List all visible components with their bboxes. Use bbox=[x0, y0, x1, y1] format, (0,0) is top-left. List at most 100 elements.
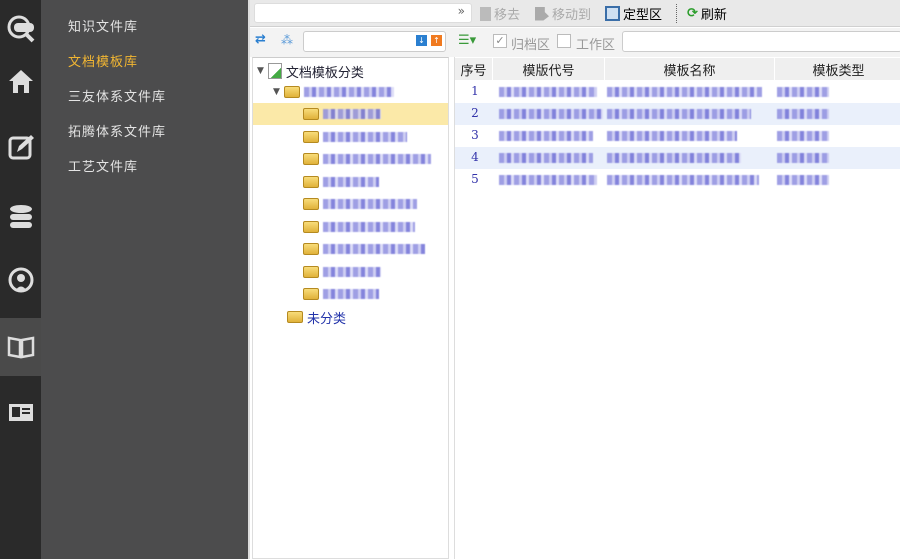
library-select[interactable]: » bbox=[254, 3, 472, 23]
move-icon bbox=[535, 6, 549, 21]
database-icon[interactable] bbox=[0, 188, 41, 246]
redacted-cell bbox=[777, 109, 829, 119]
folder-icon bbox=[303, 131, 319, 143]
broadcast-icon[interactable] bbox=[0, 252, 41, 310]
main-panel: » 移去 移动到 定型区 ⟳ 刷新 ⇄ ⁂ ↓ ↑ ☰▾ ✓ 归档区 工作区 ▼ 文… bbox=[248, 0, 900, 559]
redacted-cell bbox=[777, 175, 829, 185]
tree-node[interactable] bbox=[303, 238, 425, 260]
remove-button[interactable]: 移去 bbox=[480, 4, 520, 23]
redacted-label bbox=[323, 267, 381, 277]
tree-node[interactable] bbox=[303, 171, 379, 193]
redacted-cell bbox=[499, 131, 593, 141]
redacted-cell bbox=[499, 87, 597, 97]
tree-node[interactable] bbox=[303, 148, 431, 170]
redacted-label bbox=[323, 109, 381, 119]
table-row[interactable]: 3 bbox=[455, 125, 900, 147]
column-header-code[interactable]: 模版代号 bbox=[493, 58, 605, 80]
template-category-tree: ▼ 文档模板分类 ▼ 未分类 bbox=[252, 57, 449, 559]
tree-node[interactable] bbox=[303, 126, 407, 148]
contact-card-icon[interactable] bbox=[0, 384, 41, 442]
sipm-search-icon[interactable] bbox=[0, 0, 41, 58]
edit-icon[interactable] bbox=[0, 118, 41, 176]
tree-root[interactable]: ▼ 文档模板分类 bbox=[257, 60, 364, 82]
column-view-icon[interactable]: ☰▾ bbox=[458, 33, 476, 48]
folder-icon bbox=[283, 86, 300, 98]
folder-icon bbox=[303, 176, 319, 188]
table-row[interactable]: 2 bbox=[455, 103, 900, 125]
redacted-cell bbox=[777, 87, 829, 97]
menu-item-knowledge[interactable]: 知识文件库 bbox=[68, 16, 138, 35]
menu-item-tuoteng[interactable]: 拓腾体系文件库 bbox=[68, 121, 166, 140]
library-menu: 知识文件库 文档模板库 三友体系文件库 拓腾体系文件库 工艺文件库 bbox=[41, 0, 248, 559]
column-header-type[interactable]: 模板类型 bbox=[775, 58, 900, 80]
filter-bar: ⇄ ⁂ ↓ ↑ ☰▾ ✓ 归档区 工作区 bbox=[250, 28, 900, 57]
expand-arrow-icon[interactable]: ▼ bbox=[273, 87, 280, 97]
archive-label: 归档区 bbox=[511, 38, 551, 53]
menu-item-process[interactable]: 工艺文件库 bbox=[68, 156, 138, 175]
tree-node[interactable] bbox=[303, 193, 417, 215]
tree-node-group[interactable]: ▼ bbox=[273, 81, 394, 103]
column-header-name[interactable]: 模板名称 bbox=[605, 58, 775, 80]
redacted-label bbox=[323, 289, 379, 299]
move-to-button[interactable]: 移动到 bbox=[535, 4, 591, 23]
toolbar: » 移去 移动到 定型区 ⟳ 刷新 bbox=[250, 0, 900, 27]
tree-node[interactable] bbox=[253, 103, 448, 125]
home-icon[interactable] bbox=[0, 52, 41, 110]
tree-node[interactable] bbox=[303, 261, 381, 283]
redacted-label bbox=[323, 244, 425, 254]
tree-structure-icon[interactable]: ⁂ bbox=[281, 33, 293, 47]
menu-item-doc-templates[interactable]: 文档模板库 bbox=[68, 51, 138, 70]
redacted-cell bbox=[777, 131, 829, 141]
refresh-icon: ⟳ bbox=[687, 6, 698, 21]
column-header-index[interactable]: 序号 bbox=[455, 58, 493, 80]
refresh-button[interactable]: ⟳ 刷新 bbox=[687, 4, 727, 23]
redacted-label bbox=[323, 132, 407, 142]
work-label: 工作区 bbox=[576, 38, 616, 53]
fixed-area-icon bbox=[605, 6, 620, 21]
folder-icon bbox=[303, 221, 319, 233]
tree-search-input[interactable]: ↓ ↑ bbox=[303, 31, 446, 52]
tree-node-uncategorized[interactable]: 未分类 bbox=[287, 306, 346, 328]
chevron-down-icon: » bbox=[457, 4, 465, 18]
grid-search-input[interactable] bbox=[622, 31, 900, 52]
redacted-label bbox=[323, 177, 379, 187]
redacted-cell bbox=[499, 175, 597, 185]
redacted-cell bbox=[607, 109, 751, 119]
redacted-cell bbox=[777, 153, 829, 163]
table-row[interactable]: 5 bbox=[455, 169, 900, 191]
redacted-label bbox=[323, 199, 417, 209]
folder-icon bbox=[303, 153, 319, 165]
redacted-cell bbox=[607, 131, 737, 141]
document-icon bbox=[480, 6, 491, 21]
template-grid: 序号 模版代号 模板名称 模板类型 1 2 3 4 5 bbox=[454, 57, 900, 559]
redacted-cell bbox=[607, 175, 759, 185]
redacted-cell bbox=[499, 109, 603, 119]
redacted-label bbox=[323, 222, 415, 232]
folder-icon bbox=[287, 311, 303, 323]
arrow-down-icon[interactable]: ↓ bbox=[416, 35, 427, 46]
redacted-label bbox=[323, 154, 431, 164]
folder-icon bbox=[303, 288, 319, 300]
folder-icon bbox=[303, 108, 319, 120]
menu-item-sanyou[interactable]: 三友体系文件库 bbox=[68, 86, 166, 105]
book-icon[interactable] bbox=[0, 318, 41, 376]
folder-icon bbox=[303, 198, 319, 210]
icon-bar bbox=[0, 0, 41, 559]
folder-icon bbox=[303, 266, 319, 278]
work-checkbox[interactable] bbox=[557, 34, 571, 48]
redacted-cell bbox=[607, 153, 741, 163]
table-row[interactable]: 1 bbox=[455, 81, 900, 103]
arrow-up-icon[interactable]: ↑ bbox=[431, 35, 442, 46]
redacted-label bbox=[303, 87, 394, 97]
table-row[interactable]: 4 bbox=[455, 147, 900, 169]
tree-node[interactable] bbox=[303, 283, 379, 305]
redacted-cell bbox=[499, 153, 593, 163]
document-tree-icon bbox=[267, 63, 282, 79]
archive-checkbox[interactable]: ✓ bbox=[493, 34, 507, 48]
tree-node[interactable] bbox=[303, 216, 415, 238]
toolbar-separator bbox=[676, 4, 677, 23]
sync-icon[interactable]: ⇄ bbox=[255, 32, 266, 47]
fixed-area-button[interactable]: 定型区 bbox=[605, 4, 662, 23]
redacted-cell bbox=[607, 87, 762, 97]
expand-arrow-icon[interactable]: ▼ bbox=[257, 66, 264, 76]
